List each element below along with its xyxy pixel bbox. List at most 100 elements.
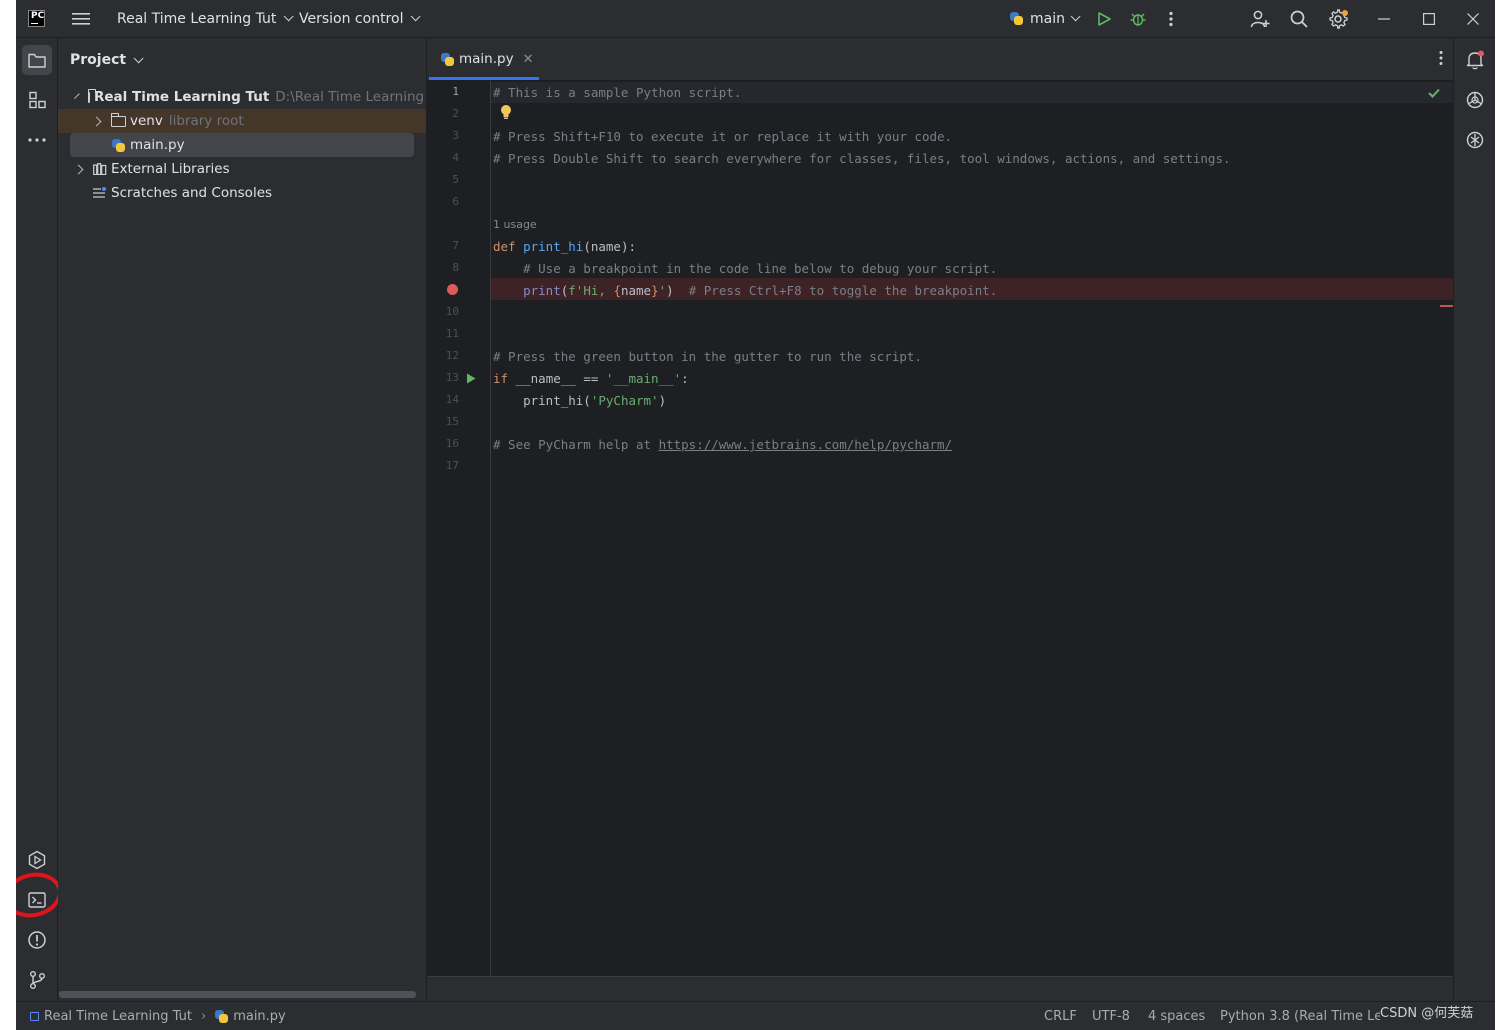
more-actions-icon[interactable] — [1169, 0, 1173, 37]
code-line-9: print(f'Hi, {name}') # Press Ctrl+F8 to … — [493, 283, 997, 298]
tab-options-icon[interactable] — [1439, 50, 1443, 70]
ai-assistant-icon — [1466, 91, 1484, 109]
project-panel: Project Real Time Learning Tut D:\Real T… — [58, 38, 448, 1000]
pycharm-logo-icon: PC — [28, 10, 45, 27]
ai-assistant-button[interactable] — [1460, 85, 1490, 115]
line-number: 8 — [452, 261, 459, 274]
code-line-4: # Press Double Shift to search everywher… — [493, 151, 1231, 166]
error-stripe-marker[interactable] — [1440, 305, 1453, 307]
close-tab-icon[interactable]: ✕ — [523, 52, 534, 67]
run-config-selector[interactable]: main — [1010, 0, 1081, 37]
maximize-window-icon[interactable] — [1423, 0, 1435, 37]
notifications-button[interactable] — [1460, 45, 1490, 75]
code-line-3: # Press Shift+F10 to execute it or repla… — [493, 129, 953, 144]
string-token: ' — [658, 283, 667, 298]
code-token: : — [681, 371, 689, 386]
csdn-watermark: CSDN @何芙菇 — [1380, 1006, 1474, 1021]
code-area[interactable]: 1 2 3 4 5 6 7 8 10 11 12 13 14 15 16 17 — [427, 81, 1454, 976]
expand-chevron-icon[interactable] — [74, 92, 80, 99]
tree-main-py-label: main.py — [130, 137, 185, 153]
comment-token: # Press Ctrl+F8 to toggle the breakpoint… — [673, 283, 998, 298]
debug-icon[interactable] — [1129, 0, 1147, 37]
tree-item-main-py[interactable]: main.py — [70, 133, 414, 157]
breadcrumb-project[interactable]: Real Time Learning Tut — [44, 1009, 192, 1024]
python-file-icon — [441, 52, 454, 66]
tab-main-py[interactable]: main.py ✕ — [429, 38, 539, 80]
code-line-12: # Press the green button in the gutter t… — [493, 349, 922, 364]
problems-tool-button[interactable] — [22, 925, 52, 955]
close-window-icon[interactable] — [1467, 0, 1479, 37]
python-file-icon — [215, 1010, 229, 1023]
interpreter-widget[interactable]: Python 3.8 (Real Time Learning Tut) — [1220, 1002, 1380, 1030]
run-icon[interactable] — [1096, 0, 1112, 37]
line-number: 7 — [452, 239, 459, 252]
code-with-me-icon[interactable] — [1250, 0, 1270, 37]
line-separator-widget[interactable]: CRLF — [1044, 1002, 1077, 1030]
search-icon[interactable] — [1290, 0, 1308, 37]
tree-item-scratches[interactable]: Scratches and Consoles — [58, 181, 426, 205]
services-tool-button[interactable] — [22, 845, 52, 875]
line-number: 6 — [452, 195, 459, 208]
active-tab-indicator — [429, 77, 539, 80]
title-bar: PC Real Time Learning Tut Version contro… — [16, 0, 1495, 38]
git-branch-icon — [30, 971, 45, 989]
ide-window: PC Real Time Learning Tut Version contro… — [16, 0, 1495, 1030]
tree-root-path: D:\Real Time Learning Tut — [275, 89, 449, 105]
line-number: 4 — [452, 151, 459, 164]
line-number: 3 — [452, 129, 459, 142]
lightbulb-icon[interactable] — [500, 104, 512, 120]
code-line-14: print_hi('PyCharm') — [493, 393, 666, 408]
help-link[interactable]: https://www.jetbrains.com/help/pycharm/ — [659, 437, 953, 452]
breakpoint-icon[interactable] — [447, 284, 458, 295]
line-number: 2 — [452, 107, 459, 120]
no-problems-check-icon[interactable] — [1428, 88, 1440, 98]
project-panel-title: Project — [70, 52, 127, 68]
project-switcher[interactable]: Real Time Learning Tut — [117, 0, 294, 37]
vcs-label: Version control — [299, 10, 404, 27]
folder-icon — [28, 53, 46, 68]
vcs-widget[interactable]: Version control — [299, 0, 422, 37]
code-token: ) — [666, 283, 674, 298]
library-icon — [93, 163, 107, 175]
horizontal-scrollbar[interactable] — [59, 991, 416, 998]
project-panel-header[interactable]: Project — [70, 52, 144, 68]
project-switcher-label: Real Time Learning Tut — [117, 10, 277, 27]
encoding-widget[interactable]: UTF-8 — [1092, 1002, 1130, 1030]
project-tool-button[interactable] — [22, 45, 52, 75]
minimize-window-icon[interactable] — [1378, 0, 1390, 37]
breadcrumb-file[interactable]: main.py — [233, 1009, 286, 1024]
chevron-down-icon — [1070, 11, 1081, 22]
line-number: 1 — [452, 85, 459, 98]
right-tool-strip — [1453, 38, 1495, 1000]
structure-tool-button[interactable] — [22, 85, 52, 115]
tree-root-label: Real Time Learning Tut — [94, 89, 270, 105]
usage-inlay-hint[interactable]: 1 usage — [493, 218, 537, 231]
settings-gear-icon[interactable] — [1329, 0, 1349, 37]
collapse-chevron-icon[interactable] — [73, 164, 84, 174]
tree-item-venv[interactable]: venv library root — [58, 109, 426, 133]
function-name-token: print_hi — [523, 239, 584, 254]
indent-widget[interactable]: 4 spaces — [1148, 1002, 1205, 1030]
gutter-run-icon[interactable] — [466, 373, 476, 384]
python-file-icon — [112, 138, 125, 152]
code-token: (name): — [583, 239, 637, 254]
builtin-token: print — [523, 283, 561, 298]
tree-item-root[interactable]: Real Time Learning Tut D:\Real Time Lear… — [58, 85, 448, 109]
tree-item-external-libraries[interactable]: External Libraries — [58, 157, 426, 181]
string-token: 'PyCharm' — [590, 393, 659, 408]
notifications-bell-icon — [1466, 50, 1484, 70]
more-tool-windows-icon[interactable] — [22, 125, 52, 155]
line-number: 11 — [445, 327, 459, 340]
line-number: 16 — [445, 437, 459, 450]
chevron-down-icon — [411, 11, 422, 22]
main-menu-icon[interactable] — [72, 0, 90, 37]
left-tool-strip — [16, 38, 58, 1000]
keyword-token: if — [493, 371, 509, 386]
editor-gutter[interactable]: 1 2 3 4 5 6 7 8 10 11 12 13 14 15 16 17 — [427, 81, 491, 976]
line-number: 14 — [445, 393, 459, 406]
tab-main-py-label: main.py — [459, 51, 514, 67]
git-tool-button[interactable] — [22, 965, 52, 995]
plugin-tool-button[interactable] — [1460, 125, 1490, 155]
collapse-chevron-icon[interactable] — [91, 116, 102, 126]
